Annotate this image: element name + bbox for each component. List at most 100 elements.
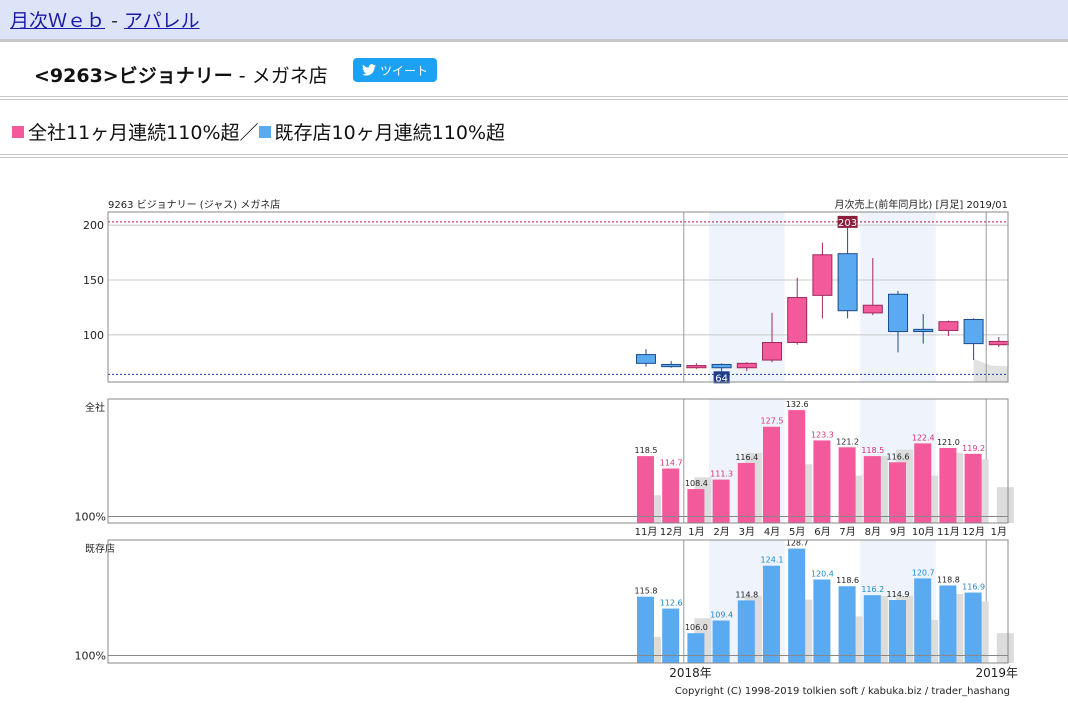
bar-label-1-4: 114.8 xyxy=(735,590,758,599)
bar-0-2 xyxy=(687,489,705,523)
bar-label-0-13: 119.2 xyxy=(962,444,985,453)
bar-0-10 xyxy=(889,462,906,523)
bar-1-11 xyxy=(914,578,932,663)
twitter-bird-icon xyxy=(361,64,376,76)
breadcrumb-category-link[interactable]: アパレル xyxy=(124,10,200,32)
month-label-5: 4月 xyxy=(764,526,780,538)
bar-1-12 xyxy=(939,585,957,663)
bar-1-10 xyxy=(889,600,906,663)
bar-1-2 xyxy=(687,633,705,663)
prev-year-bar-0-14 xyxy=(996,487,1014,523)
month-label-12: 11月 xyxy=(937,526,960,538)
copyright: Copyright (C) 1998-2019 tolkien soft / k… xyxy=(675,686,1010,697)
panel-label-0: 全社 xyxy=(85,401,105,414)
bar-1-9 xyxy=(863,595,881,663)
chart-title-left: 9263 ビジョナリー (ジャス) メガネ店 xyxy=(108,198,280,211)
month-label-2: 1月 xyxy=(688,526,704,538)
bar-label-0-1: 114.7 xyxy=(660,459,683,468)
breadcrumb: 月次Ｗｅｂ - アパレル xyxy=(10,6,200,33)
bar-label-0-4: 116.4 xyxy=(735,453,758,462)
bar-label-0-3: 111.3 xyxy=(710,470,733,479)
breadcrumb-home-link[interactable]: 月次Ｗｅｂ xyxy=(10,10,105,32)
bar-1-1 xyxy=(662,608,680,663)
prev-year-bar-1-14 xyxy=(996,633,1014,663)
business-type: メガネ店 xyxy=(251,65,328,87)
month-label-4: 3月 xyxy=(739,526,755,538)
bar-0-6 xyxy=(788,410,806,523)
bar-label-0-0: 118.5 xyxy=(635,446,658,455)
bar-label-0-5: 127.5 xyxy=(761,417,784,426)
month-label-14: 1月 xyxy=(991,526,1007,538)
month-label-13: 12月 xyxy=(962,526,985,538)
month-label-6: 5月 xyxy=(789,526,805,538)
bar-label-0-10: 116.6 xyxy=(887,452,910,461)
candle-y-tick-150: 150 xyxy=(83,274,104,287)
bar-0-0 xyxy=(637,456,654,523)
baseline-label-0: 100% xyxy=(75,510,106,523)
panel-label-1: 既存店 xyxy=(85,542,115,555)
bar-label-1-3: 109.4 xyxy=(710,611,733,620)
bar-label-0-8: 121.2 xyxy=(836,437,859,446)
candle-body-6 xyxy=(787,297,808,344)
candle-body-14 xyxy=(988,340,1009,346)
tweet-button[interactable]: ツイート xyxy=(353,58,437,82)
candle-body-11 xyxy=(913,328,934,333)
bar-label-1-11: 120.7 xyxy=(912,568,935,577)
candle-body-13 xyxy=(963,318,984,345)
month-label-9: 8月 xyxy=(865,526,881,538)
blue-square-icon xyxy=(258,125,271,138)
month-label-10: 9月 xyxy=(890,526,906,538)
candle-y-tick-100: 100 xyxy=(83,329,104,342)
bar-0-11 xyxy=(914,443,932,523)
candle-body-7 xyxy=(812,254,833,296)
bar-label-1-2: 106.0 xyxy=(685,623,708,632)
bar-label-1-7: 120.4 xyxy=(811,570,834,579)
month-label-7: 6月 xyxy=(814,526,830,538)
title-separator: - xyxy=(238,65,246,87)
bar-1-4 xyxy=(737,600,755,663)
candle-body-9 xyxy=(862,304,883,314)
breadcrumb-separator: - xyxy=(111,10,118,32)
bar-label-0-6: 132.6 xyxy=(786,400,809,409)
bar-label-1-0: 115.8 xyxy=(635,587,658,596)
year-label-14: 2019年 xyxy=(975,666,1018,680)
bar-label-1-1: 112.6 xyxy=(660,599,683,608)
bar-1-7 xyxy=(813,579,831,663)
candle-body-4 xyxy=(736,362,757,369)
month-label-8: 7月 xyxy=(839,526,855,538)
bar-0-7 xyxy=(813,440,831,523)
bar-label-1-10: 114.9 xyxy=(887,590,910,599)
candle-body-2 xyxy=(686,365,707,369)
pink-square-icon xyxy=(12,125,24,138)
bar-label-0-11: 122.4 xyxy=(912,433,935,442)
bar-label-1-5: 124.1 xyxy=(761,556,784,565)
headline-existing: 既存店10ヶ月連続110%超 xyxy=(274,122,506,144)
bar-1-5 xyxy=(763,565,780,663)
candle-body-12 xyxy=(938,321,959,331)
bar-1-3 xyxy=(712,620,730,663)
bar-label-1-8: 118.6 xyxy=(836,576,859,585)
bar-0-5 xyxy=(763,426,780,523)
bar-label-1-12: 118.8 xyxy=(937,575,960,584)
month-label-11: 10月 xyxy=(912,526,935,538)
candle-body-10 xyxy=(888,293,908,333)
bar-1-6 xyxy=(788,548,806,663)
page-title: <9263>ビジョナリー - メガネ店 xyxy=(34,61,328,88)
bar-0-8 xyxy=(838,447,856,523)
bar-0-1 xyxy=(662,468,680,523)
headline-total: 全社11ヶ月連続110%超／ xyxy=(28,122,259,144)
bar-label-1-9: 116.2 xyxy=(861,585,884,594)
bar-label-1-13: 116.9 xyxy=(962,583,985,592)
bar-0-13 xyxy=(964,453,982,523)
bar-0-4 xyxy=(737,462,755,523)
min-badge-label: 64 xyxy=(715,373,728,384)
candle-y-tick-200: 200 xyxy=(83,219,104,232)
candle-body-3 xyxy=(711,363,732,369)
month-label-3: 2月 xyxy=(713,526,729,538)
candle-body-5 xyxy=(762,342,782,361)
bar-1-8 xyxy=(838,586,856,663)
month-label-0: 11月 xyxy=(635,526,658,538)
tweet-label: ツイート xyxy=(379,63,428,78)
candle-body-0 xyxy=(636,354,656,364)
candle-body-1 xyxy=(661,363,682,368)
